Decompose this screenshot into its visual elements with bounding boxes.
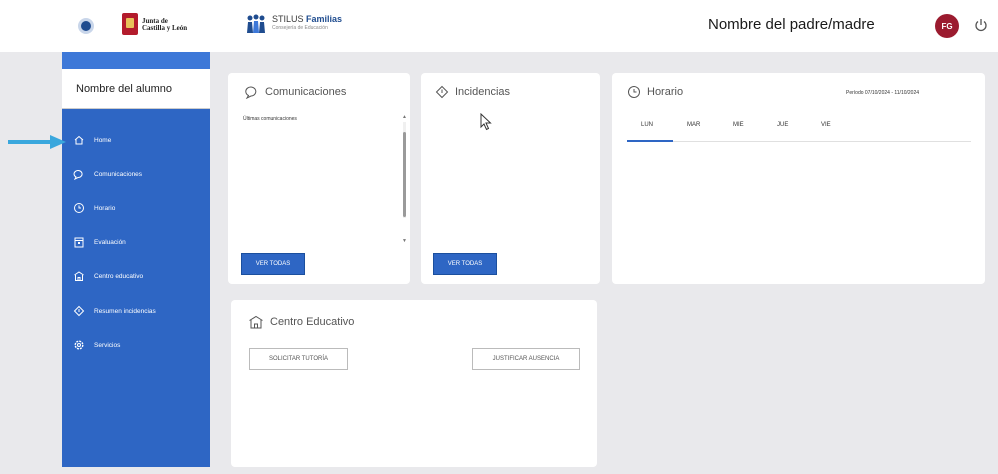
sidebar-item-label: Horario [94, 204, 116, 212]
sidebar-item-label: Evaluación [94, 238, 126, 246]
sidebar-top-strip [62, 52, 210, 69]
school-icon [74, 271, 84, 281]
stilus-family-icon [247, 14, 265, 33]
tab-lun[interactable]: LUN [641, 122, 653, 128]
gear-icon [74, 340, 84, 350]
horario-period: Período 07/10/2024 - 11/10/2024 [846, 90, 920, 96]
horario-title-text: Horario [647, 86, 684, 98]
scroll-up-icon[interactable]: ▲ [402, 114, 407, 120]
sidebar-item-label: Comunicaciones [94, 170, 143, 178]
app-brand: STILUS Familias Consejería de Educación [272, 14, 342, 31]
org-logo-text: Junta de Castilla y León [142, 18, 187, 32]
chat-icon [73, 170, 83, 180]
sidebar-item-label: Home [94, 136, 112, 144]
ver-todas-incidencias-button[interactable]: VER TODAS [433, 253, 497, 275]
sidebar-item-horario[interactable]: Horario [62, 198, 210, 218]
ver-todas-comunicaciones-button[interactable]: VER TODAS [241, 253, 305, 275]
tab-vie[interactable]: VIE [821, 122, 831, 128]
app-title-prefix: STILUS [272, 14, 307, 24]
top-header: Junta de Castilla y León STILUS Familias… [0, 0, 998, 52]
incidencias-title: Incidencias [435, 85, 510, 99]
mouse-cursor-icon [480, 113, 492, 131]
home-icon [74, 135, 84, 145]
pointer-arrow-icon [8, 135, 66, 149]
student-selector[interactable]: Nombre del alumno [62, 69, 210, 109]
app-title-bold: Familias [306, 14, 343, 24]
sidebar-item-home[interactable]: Home [62, 130, 210, 150]
comunicaciones-scrollbar[interactable] [403, 122, 406, 218]
student-name: Nombre del alumno [76, 83, 172, 95]
avatar[interactable]: FG [935, 14, 959, 38]
sidebar-item-comunicaciones[interactable]: Comunicaciones [62, 164, 210, 184]
chat-icon [245, 86, 257, 99]
warning-diamond-icon [73, 305, 85, 317]
horario-card [612, 73, 985, 284]
ultimas-comunicaciones-label: Últimas comunicaciones [243, 116, 297, 122]
school-icon [249, 315, 263, 329]
solicitar-tutoria-button[interactable]: SOLICITAR TUTORÍA [249, 348, 348, 370]
calendar-icon [74, 237, 84, 248]
sidebar: Nombre del alumno Home Comunicaciones Ho… [62, 52, 210, 467]
horario-title: Horario [627, 85, 683, 99]
parent-name: Nombre del padre/madre [708, 16, 875, 33]
jcyl-crest-logo [122, 13, 138, 35]
org-name-line2: Castilla y León [142, 24, 188, 32]
power-icon[interactable] [973, 17, 989, 33]
sidebar-item-centro-educativo[interactable]: Centro educativo [62, 266, 210, 286]
comunicaciones-title: Comunicaciones [245, 85, 346, 99]
tabs-divider [627, 141, 971, 142]
tab-mie[interactable]: MIE [733, 122, 744, 128]
tab-jue[interactable]: JUE [777, 122, 788, 128]
clock-icon [628, 86, 640, 98]
centro-educativo-title-text: Centro Educativo [270, 316, 355, 328]
scrollbar-thumb[interactable] [403, 132, 406, 217]
sidebar-item-label: Resumen incidencias [94, 307, 156, 315]
sidebar-item-label: Servicios [94, 341, 121, 349]
menu-toggle-icon[interactable] [78, 18, 94, 34]
comunicaciones-title-text: Comunicaciones [265, 86, 347, 98]
active-tab-indicator [627, 140, 673, 142]
sidebar-item-resumen-incidencias[interactable]: Resumen incidencias [62, 301, 210, 321]
scroll-down-icon[interactable]: ▼ [402, 238, 407, 244]
tab-mar[interactable]: MAR [687, 122, 700, 128]
app-subtitle: Consejería de Educación [272, 25, 328, 31]
app-title: STILUS Familias [272, 14, 342, 24]
incidencias-title-text: Incidencias [455, 86, 511, 98]
sidebar-item-label: Centro educativo [94, 272, 144, 280]
centro-educativo-title: Centro Educativo [248, 315, 354, 329]
sidebar-item-servicios[interactable]: Servicios [62, 335, 210, 355]
sidebar-item-evaluacion[interactable]: Evaluación [62, 232, 210, 252]
warning-diamond-icon [435, 85, 449, 99]
clock-icon [74, 203, 84, 213]
justificar-ausencia-button[interactable]: JUSTIFICAR AUSENCIA [472, 348, 580, 370]
